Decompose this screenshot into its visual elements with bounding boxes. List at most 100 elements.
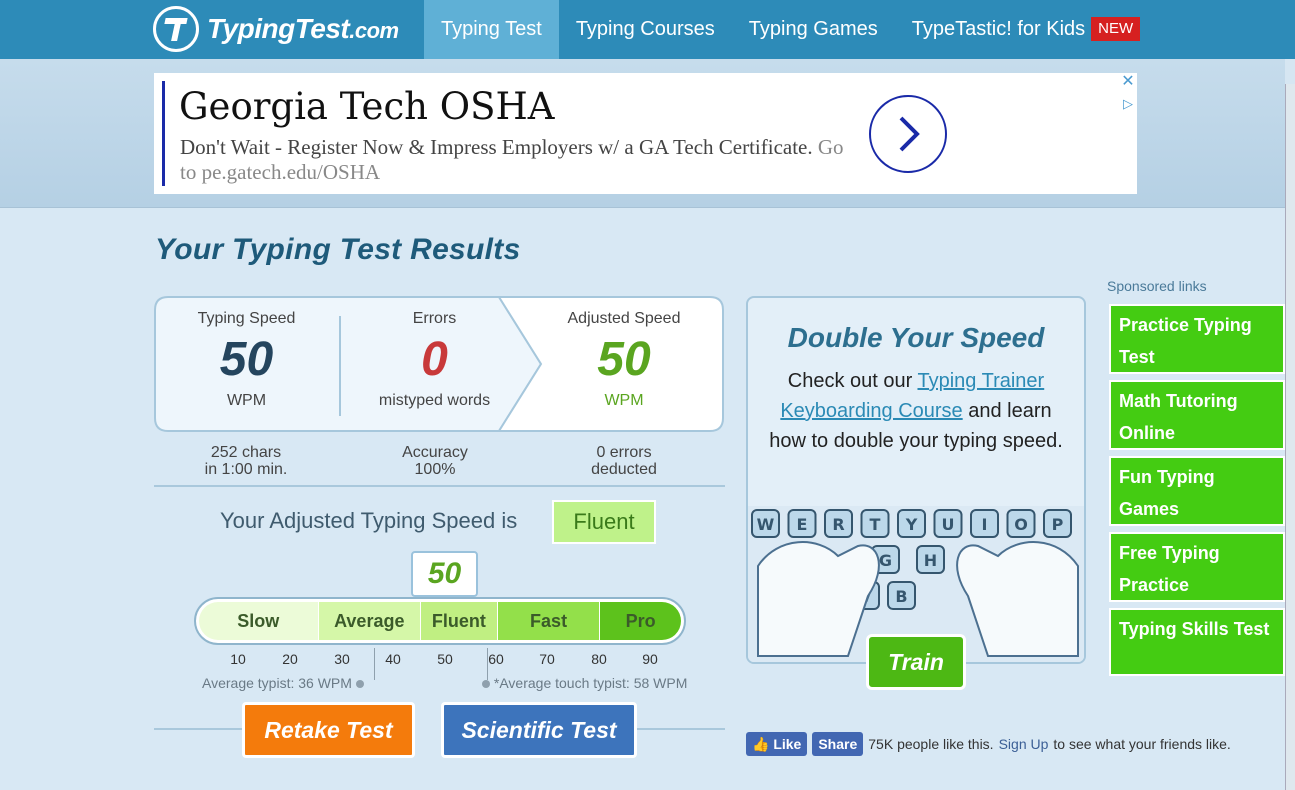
deduct-label: deducted	[591, 461, 657, 478]
new-badge: NEW	[1091, 17, 1141, 41]
deduct-count: 0 errors	[596, 444, 652, 461]
score-card: Typing Speed 50 WPM Errors 0 mistyped wo…	[154, 296, 724, 432]
accuracy-label: Accuracy	[402, 444, 468, 461]
keyboard-key-label: I	[982, 515, 988, 534]
tick-label: 30	[334, 651, 350, 667]
chars-time: in 1:00 min.	[204, 461, 288, 478]
scale-fluent: Fluent	[421, 602, 498, 640]
scale-fast: Fast	[497, 602, 601, 640]
sponsored-link[interactable]: Free Typing Practice	[1109, 532, 1285, 602]
tick-label: 20	[282, 651, 298, 667]
fb-share-button[interactable]: Share	[812, 732, 864, 756]
keyboard-key-label: W	[757, 515, 775, 534]
tick-label: 10	[230, 651, 246, 667]
tick-label: 50	[437, 651, 453, 667]
tick-label: 40	[385, 651, 401, 667]
ad-body: Don't Wait - Register Now & Impress Empl…	[180, 135, 860, 185]
nav-typing-games[interactable]: Typing Games	[732, 0, 895, 59]
main-nav: Typing Test Typing Courses Typing Games …	[424, 0, 1157, 59]
tick-label: 80	[591, 651, 607, 667]
fb-signup-link[interactable]: Sign Up	[999, 736, 1049, 752]
adjusted-speed-text: Your Adjusted Typing Speed is	[220, 508, 518, 533]
ad-accent-bar	[162, 81, 165, 186]
chars-info: 252 chars in 1:00 min.	[180, 444, 312, 478]
errors-unit: mistyped words	[378, 392, 491, 409]
scale-pro: Pro	[600, 602, 681, 640]
deduct-info: 0 errors deducted	[560, 444, 688, 478]
train-button[interactable]: Train	[866, 634, 966, 690]
site-logo[interactable]: TypingTest.com	[153, 6, 399, 52]
chars-count: 252 chars	[210, 444, 282, 461]
keyboard-key-label: G	[879, 551, 892, 570]
promo-text-before: Check out our	[787, 370, 913, 392]
sponsored-link[interactable]: Practice Typing Test	[1109, 304, 1285, 374]
keyboard-key-label: U	[942, 515, 955, 534]
sponsored-link[interactable]: Typing Skills Test	[1109, 608, 1285, 676]
keyboard-key-label: P	[1052, 515, 1064, 534]
adjusted-speed-unit: WPM	[604, 392, 644, 409]
scientific-test-button[interactable]: Scientific Test	[441, 702, 637, 758]
typing-speed-value: 50	[219, 333, 274, 386]
scale-average: Average	[318, 602, 422, 640]
keyboard-key-label: O	[1014, 515, 1028, 534]
accuracy-info: Accuracy 100%	[370, 444, 500, 478]
sponsored-label: Sponsored links	[1107, 278, 1207, 294]
nav-typing-test[interactable]: Typing Test	[424, 0, 559, 59]
fb-after-text: to see what your friends like.	[1053, 736, 1231, 752]
tick-label: 60	[488, 651, 504, 667]
avg-typist-note: Average typist: 36 WPM	[202, 675, 364, 691]
promo-title: Double Your Speed	[787, 322, 1045, 353]
fb-like-button[interactable]: 👍 Like	[746, 732, 808, 756]
nav-typing-courses[interactable]: Typing Courses	[559, 0, 732, 59]
keyboard-key-label: R	[832, 515, 844, 534]
ad-title: Georgia Tech OSHA	[179, 85, 555, 128]
thumbs-up-icon: 👍	[752, 736, 770, 752]
ad-close-icon[interactable]: ✕	[1119, 73, 1137, 91]
level-badge: Fluent	[552, 500, 656, 544]
page-scrollbar[interactable]	[1285, 84, 1295, 790]
keyboard-key-label: T	[870, 515, 881, 534]
typing-speed-label: Typing Speed	[197, 310, 296, 327]
dot-icon	[482, 680, 490, 688]
errors-label: Errors	[412, 310, 457, 327]
errors-value: 0	[421, 333, 448, 386]
ad-body-text: Don't Wait - Register Now & Impress Empl…	[180, 135, 813, 159]
adjusted-speed-label: Adjusted Speed	[567, 310, 681, 327]
scale-slow: Slow	[199, 602, 319, 640]
nav-typetastic[interactable]: TypeTastic! for Kids NEW	[895, 0, 1157, 59]
tick-label: 70	[539, 651, 555, 667]
keyboard-key-label: H	[924, 551, 937, 570]
sponsored-link[interactable]: Fun Typing Games	[1109, 456, 1285, 526]
logo-text: TypingTest.com	[207, 13, 399, 44]
ad-info-icon[interactable]: ▷	[1119, 95, 1137, 113]
ad-arrow-button[interactable]	[869, 95, 947, 173]
chevron-right-icon	[899, 116, 920, 152]
divider	[154, 485, 725, 487]
promo-text: Check out our Typing Trainer Keyboarding…	[768, 366, 1064, 456]
keyboard-key-label: Y	[905, 515, 918, 534]
speed-scale: Slow Average Fluent Fast Pro	[194, 597, 686, 645]
typing-speed-stat: Typing Speed 50 WPM	[154, 296, 339, 410]
facebook-social-bar: 👍 Like Share 75K people like this. Sign …	[746, 732, 1231, 756]
typing-speed-unit: WPM	[226, 392, 267, 409]
divider	[637, 728, 725, 730]
double-speed-promo: Double Your Speed Check out our Typing T…	[746, 296, 1086, 664]
divider	[154, 728, 242, 730]
adjusted-speed-stat: Adjusted Speed 50 WPM	[539, 296, 709, 410]
avg-touch-text: *Average touch typist: 58 WPM	[493, 675, 688, 691]
ad-banner[interactable]: Georgia Tech OSHA Don't Wait - Register …	[154, 73, 1137, 194]
dot-icon	[355, 680, 364, 688]
logo-icon	[153, 6, 199, 52]
fb-like-label: Like	[773, 736, 802, 752]
retake-test-button[interactable]: Retake Test	[242, 702, 415, 758]
results-title: Your Typing Test Results	[155, 233, 521, 266]
nav-typetastic-label: TypeTastic! for Kids	[911, 18, 1086, 40]
adjusted-speed-value: 50	[597, 333, 651, 386]
sponsored-link[interactable]: Math Tutoring Online	[1109, 380, 1285, 450]
top-nav-bar: TypingTest.com Typing Test Typing Course…	[0, 0, 1295, 59]
avg-typist-line	[374, 648, 375, 680]
keyboard-key-label: B	[895, 587, 907, 606]
keyboard-key-label: E	[797, 515, 808, 534]
scale-marker: 50	[411, 551, 478, 604]
accuracy-value: 100%	[414, 461, 456, 478]
